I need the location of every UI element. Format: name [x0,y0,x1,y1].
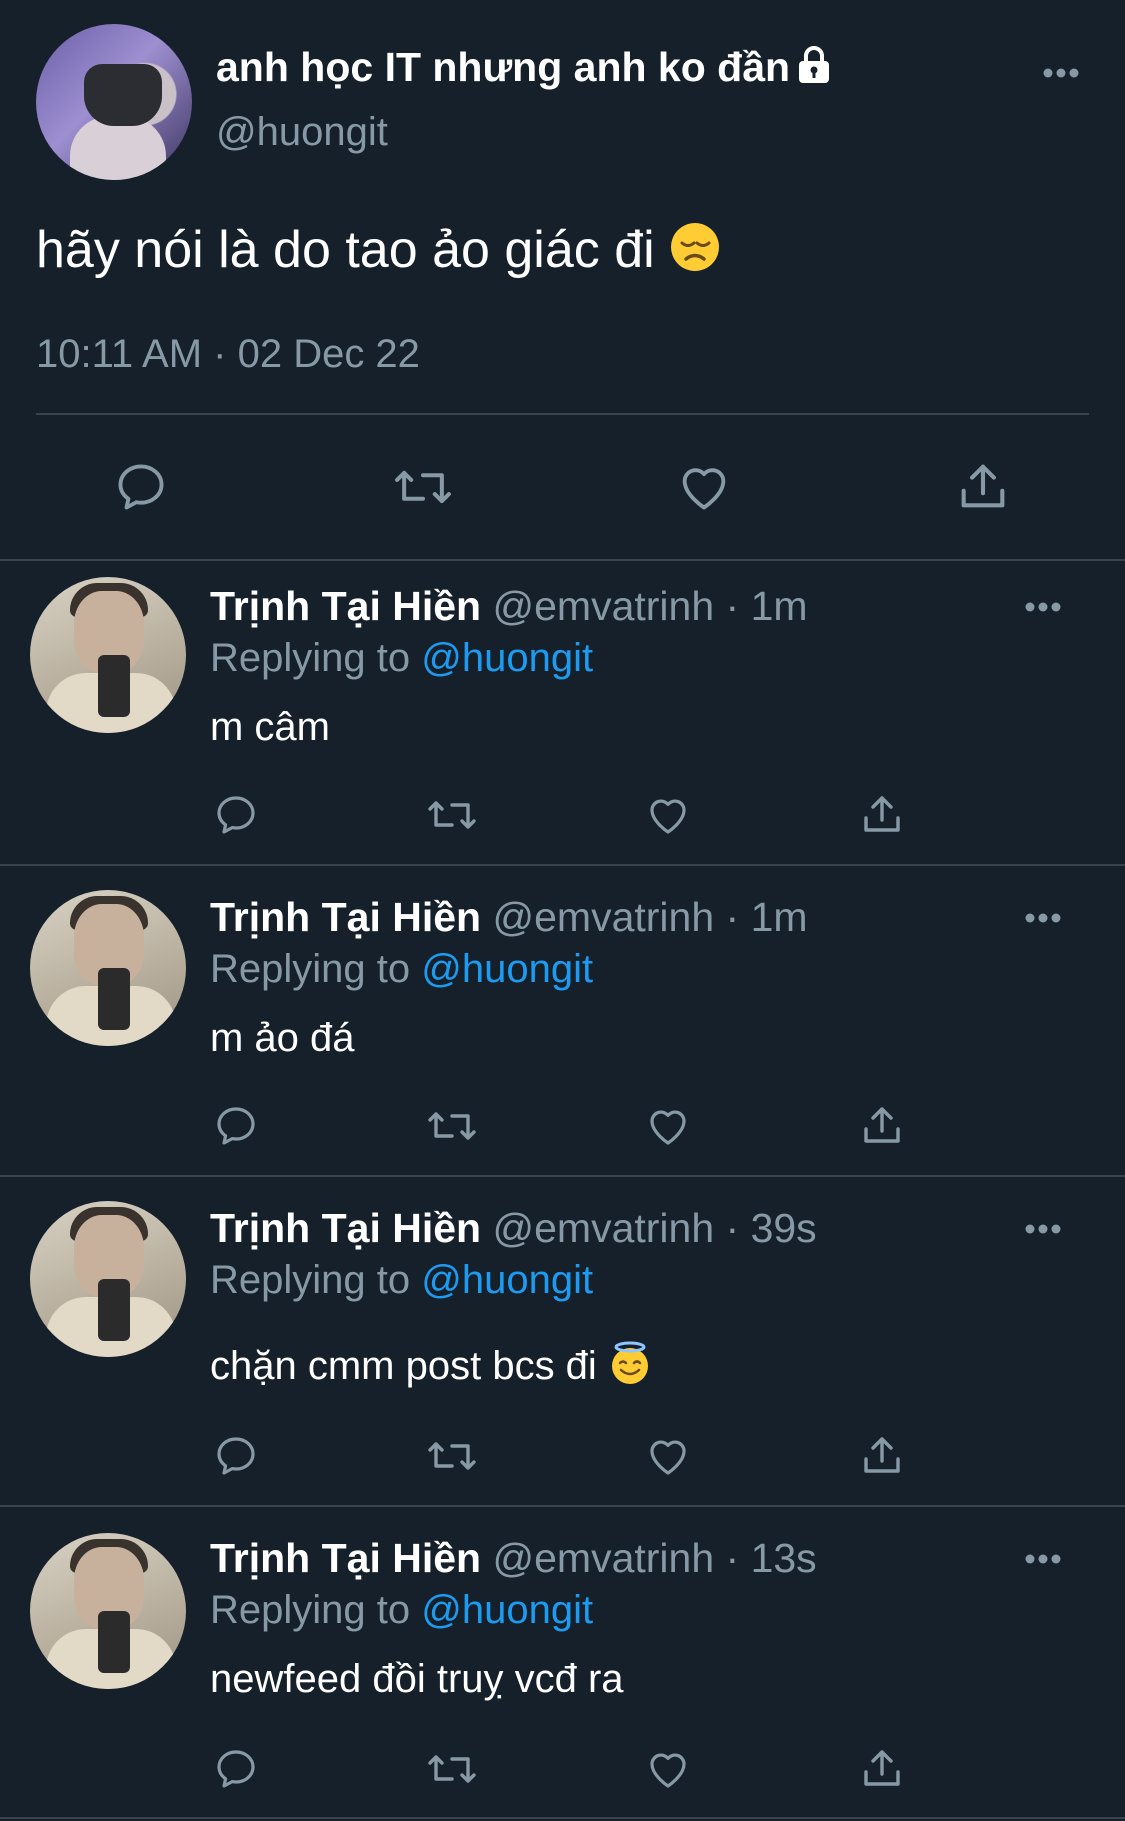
author-name-line[interactable]: anh học IT nhưng anh ko đần [216,44,832,95]
reply-tweet[interactable]: Trịnh Tại Hiền @emvatrinh · 39s Replying… [0,1179,1125,1507]
reply-icon[interactable] [212,1745,260,1798]
reply-text: m câm [210,705,330,749]
tweet-text: hãy nói là do tao ảo giác đi [36,221,655,279]
share-icon[interactable] [858,1743,906,1798]
reply-icon[interactable] [212,791,260,844]
retweet-icon[interactable] [390,458,456,521]
share-icon[interactable] [858,789,906,844]
heart-icon[interactable] [643,1432,693,1485]
more-icon[interactable] [1024,1222,1062,1241]
reply-header: Trịnh Tại Hiền @emvatrinh · 1m [210,583,808,630]
reply-text: chặn cmm post bcs đi [210,1344,597,1388]
lock-icon [796,45,832,95]
reply-author-avatar[interactable] [30,577,186,733]
reply-author-avatar[interactable] [30,1533,186,1689]
replying-to-handle-link[interactable]: @huongit [421,636,593,680]
replying-to-label: Replying to [210,636,411,680]
reply-header: Trịnh Tại Hiền @emvatrinh · 13s [210,1535,817,1582]
share-icon[interactable] [858,1430,906,1485]
reply-icon[interactable] [212,1432,260,1485]
reply-tweet[interactable]: Trịnh Tại Hiền @emvatrinh · 1m Replying … [0,563,1125,866]
replying-to-line: Replying to @huongit [210,1258,593,1303]
reply-meta[interactable]: @emvatrinh · 1m [493,583,808,629]
reply-author-avatar[interactable] [30,1201,186,1357]
reply-author-name[interactable]: Trịnh Tại Hiền [210,894,481,940]
divider [36,413,1089,415]
more-icon[interactable] [1042,66,1080,85]
reply-author-name[interactable]: Trịnh Tại Hiền [210,1535,481,1581]
replying-to-label: Replying to [210,1258,411,1302]
avatar-mask-shape [84,64,162,126]
avatar-phone-shape [98,1279,130,1341]
reply-author-name[interactable]: Trịnh Tại Hiền [210,583,481,629]
replying-to-line: Replying to @huongit [210,636,593,681]
retweet-icon[interactable] [424,1102,480,1155]
reply-meta[interactable]: @emvatrinh · 13s [493,1535,817,1581]
reply-header: Trịnh Tại Hiền @emvatrinh · 39s [210,1205,817,1252]
replying-to-label: Replying to [210,947,411,991]
reply-meta[interactable]: @emvatrinh · 39s [493,1205,817,1251]
more-icon[interactable] [1024,600,1062,619]
author-name[interactable]: anh học IT nhưng anh ko đần [216,44,790,90]
avatar-phone-shape [98,1611,130,1673]
avatar-phone-shape [98,968,130,1030]
retweet-icon[interactable] [424,1432,480,1485]
reply-text-line: chặn cmm post bcs đi [210,1341,652,1395]
more-icon[interactable] [1024,911,1062,930]
heart-icon[interactable] [643,1102,693,1155]
smiling-face-with-halo-emoji [608,1341,652,1395]
tweet-thread: anh học IT nhưng anh ko đần @huongit hãy… [0,0,1125,1821]
reply-text: m ảo đá [210,1016,355,1060]
reply-author-avatar[interactable] [30,890,186,1046]
replying-to-line: Replying to @huongit [210,947,593,992]
share-icon[interactable] [954,456,1012,521]
reply-icon[interactable] [112,458,170,521]
tweet-timestamp[interactable]: 10:11 AM · 02 Dec 22 [36,332,420,377]
retweet-icon[interactable] [424,791,480,844]
reply-text: newfeed đồi truỵ vcđ ra [210,1657,624,1701]
main-tweet: anh học IT nhưng anh ko đần @huongit hãy… [0,0,1125,561]
share-icon[interactable] [858,1100,906,1155]
author-avatar[interactable] [36,24,192,180]
replying-to-handle-link[interactable]: @huongit [421,1258,593,1302]
reply-tweet[interactable]: Trịnh Tại Hiền @emvatrinh · 13s Replying… [0,1509,1125,1819]
replying-to-handle-link[interactable]: @huongit [421,1588,593,1632]
reply-tweet[interactable]: Trịnh Tại Hiền @emvatrinh · 1m Replying … [0,868,1125,1177]
disappointed-face-emoji [669,221,721,286]
replying-to-label: Replying to [210,1588,411,1632]
reply-author-name[interactable]: Trịnh Tại Hiền [210,1205,481,1251]
reply-header: Trịnh Tại Hiền @emvatrinh · 1m [210,894,808,941]
author-handle[interactable]: @huongit [216,110,388,155]
retweet-icon[interactable] [424,1745,480,1798]
more-icon[interactable] [1024,1552,1062,1571]
heart-icon[interactable] [643,791,693,844]
replying-to-line: Replying to @huongit [210,1588,593,1633]
tweet-text-line: hãy nói là do tao ảo giác đi [36,220,721,286]
avatar-phone-shape [98,655,130,717]
replying-to-handle-link[interactable]: @huongit [421,947,593,991]
heart-icon[interactable] [674,458,734,521]
heart-icon[interactable] [643,1745,693,1798]
reply-icon[interactable] [212,1102,260,1155]
reply-meta[interactable]: @emvatrinh · 1m [493,894,808,940]
